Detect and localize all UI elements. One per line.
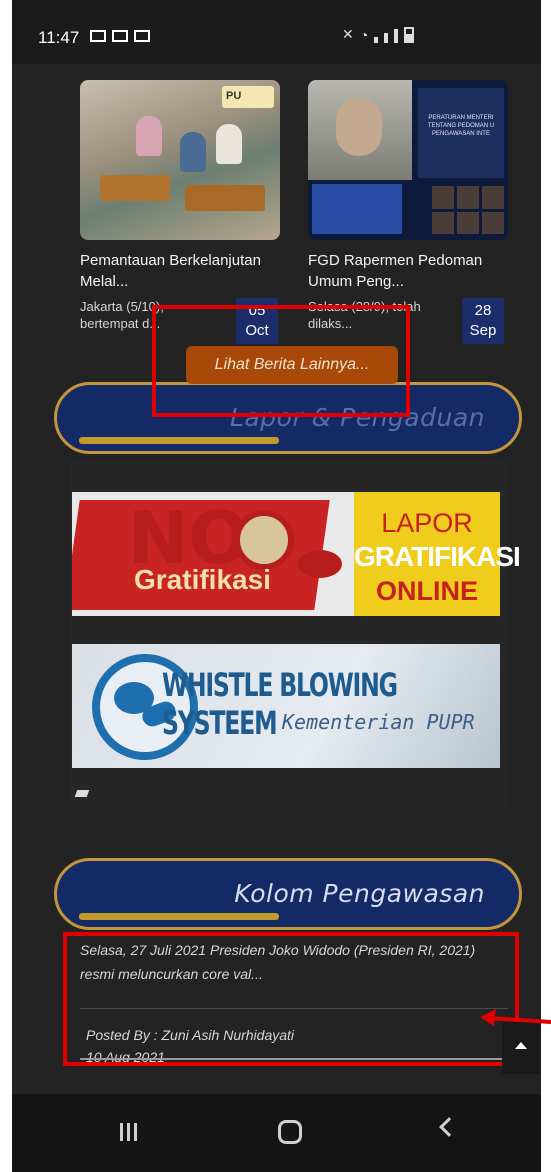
carousel-indicator[interactable] bbox=[74, 790, 90, 797]
date-day: 28 bbox=[474, 302, 492, 319]
status-bar: 11:47 ✕ ◔ bbox=[12, 0, 541, 64]
notification-icons bbox=[90, 30, 150, 42]
document-preview: PERATURAN MENTERI TENTANG PEDOMAN U PENG… bbox=[418, 88, 504, 178]
highlight-box bbox=[152, 305, 410, 417]
news-thumbnail[interactable]: PERATURAN MENTERI TENTANG PEDOMAN U PENG… bbox=[308, 80, 508, 240]
wifi-icon: ◔ bbox=[359, 27, 369, 43]
banner-online-text: ONLINE bbox=[375, 576, 478, 606]
news-title[interactable]: Pemantauan Berkelanjutan Melal... bbox=[80, 250, 280, 292]
highlight-box bbox=[63, 932, 519, 1066]
banner-gratifikasi-caps: GRATIFIKASI bbox=[354, 541, 521, 572]
battery-icon bbox=[404, 27, 415, 43]
banner-gratifikasi-text: Gratifikasi bbox=[134, 564, 271, 595]
message-icon bbox=[134, 30, 150, 42]
mail-icon bbox=[112, 30, 128, 42]
date-month: Sep bbox=[469, 322, 497, 339]
recents-icon[interactable] bbox=[120, 1120, 142, 1142]
signal-icon bbox=[374, 37, 379, 43]
status-time: 11:47 bbox=[38, 28, 80, 47]
news-title[interactable]: FGD Rapermen Pedoman Umum Peng... bbox=[308, 250, 508, 292]
news-card[interactable]: PERATURAN MENTERI TENTANG PEDOMAN U PENG… bbox=[308, 80, 508, 332]
system-icons: ✕ ◔ bbox=[342, 26, 415, 43]
pu-logo: PU bbox=[222, 86, 274, 108]
date-badge: 28 Sep bbox=[462, 298, 504, 344]
banner-subtitle: Kementerian PUPR bbox=[282, 710, 475, 734]
news-card[interactable]: PU Pemantauan Berkelanjutan Melal... Jak… bbox=[80, 80, 280, 332]
stamp-icon bbox=[298, 550, 342, 578]
back-icon[interactable] bbox=[439, 1117, 459, 1137]
mute-icon: ✕ bbox=[342, 26, 354, 42]
android-nav-bar bbox=[12, 1094, 541, 1172]
section-header-kolom: Kolom Pengawasan bbox=[54, 858, 522, 930]
news-thumbnail[interactable]: PU bbox=[80, 80, 280, 240]
gratifikasi-banner[interactable]: NO Gratifikasi LAPOR GRATIFIKASI ONLINE bbox=[72, 492, 521, 616]
banner-lapor-text: LAPOR bbox=[381, 508, 473, 538]
gift-icon bbox=[234, 510, 294, 570]
section-title: Kolom Pengawasan bbox=[234, 879, 485, 908]
arrow-left-icon bbox=[480, 1009, 551, 1026]
cast-icon bbox=[90, 30, 106, 42]
home-icon[interactable] bbox=[278, 1120, 302, 1144]
app-screen: 11:47 ✕ ◔ PU Pemantauan Berkelanjutan Me… bbox=[12, 0, 541, 1172]
whistle-blowing-banner[interactable]: WHISTLE BLOWING SYSTEEM Kementerian PUPR bbox=[72, 644, 500, 768]
